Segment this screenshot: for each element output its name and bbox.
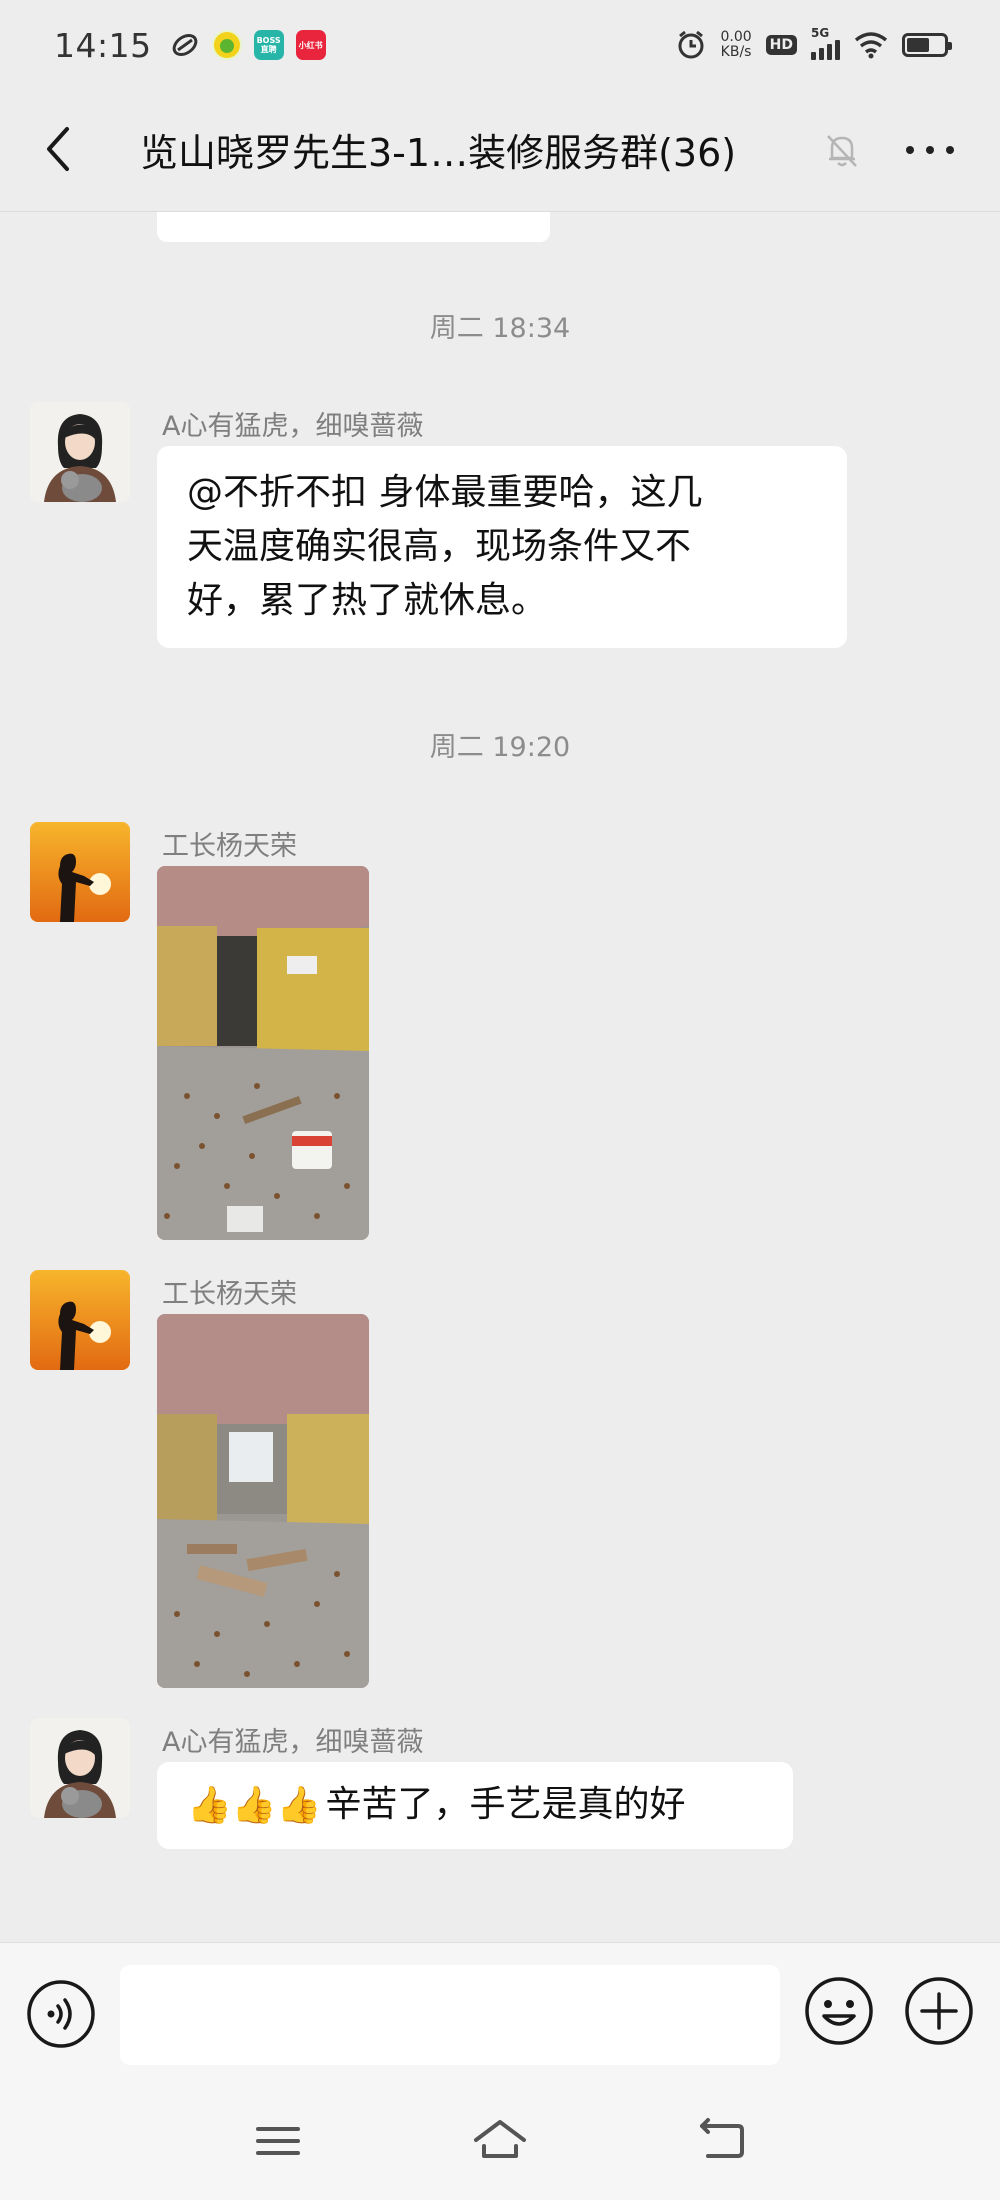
- home-icon: [474, 2120, 526, 2158]
- hd-badge: HD: [765, 35, 797, 55]
- return-icon: [700, 2118, 744, 2158]
- more-dot: [926, 146, 934, 154]
- system-navigation-bar: [0, 2086, 1000, 2200]
- bell-off-icon: [827, 135, 857, 167]
- message-bubble[interactable]: 👍👍👍 辛苦了，手艺是真的好: [157, 1762, 793, 1849]
- message-text-line: 好，累了热了就休息。: [187, 580, 548, 621]
- green-app-icon: [211, 30, 242, 60]
- voice-input-button[interactable]: [26, 1979, 96, 2049]
- avatar[interactable]: [30, 1270, 130, 1370]
- plus-circle-icon: [905, 1977, 973, 2045]
- battery-fill: [907, 38, 929, 52]
- message-text-line: @不折不扣 身体最重要哈，这几: [187, 472, 703, 513]
- sender-name: 工长杨天荣: [162, 831, 297, 862]
- voice-icon: [27, 1980, 95, 2048]
- construction-site-photo: [157, 866, 369, 1240]
- avatar-woman-with-cat: [30, 402, 130, 502]
- photo-message[interactable]: [157, 1314, 369, 1688]
- emoji-button[interactable]: [804, 1976, 874, 2046]
- message-item: 工长杨天荣: [30, 1270, 970, 1690]
- avatar[interactable]: [30, 1718, 130, 1818]
- photo-message[interactable]: [157, 866, 369, 1240]
- network-speed: 0.00 KB/s: [720, 30, 751, 60]
- message-item: A心有猛虎，细嗅蔷薇 @不折不扣 身体最重要哈，这几 天温度确实很高，现场条件又…: [30, 402, 970, 682]
- previous-message-bubble[interactable]: [157, 212, 550, 242]
- back-button[interactable]: [34, 120, 82, 178]
- avatar[interactable]: [30, 402, 130, 502]
- alarm-clock-icon: [678, 30, 704, 59]
- boss-app-icon: BOSS 直聘: [253, 30, 284, 60]
- more-functions-button[interactable]: [904, 1976, 974, 2046]
- status-bar: 14:15 BOSS 直聘 小红书 0.00 KB/s HD 5G: [0, 0, 1000, 90]
- battery-icon: [902, 33, 952, 57]
- message-text: 辛苦了，手艺是真的好: [325, 1784, 686, 1825]
- avatar[interactable]: [30, 822, 130, 922]
- mute-indicator: [822, 130, 862, 170]
- xiaohongshu-app-icon: 小红书: [295, 30, 326, 60]
- avatar-woman-with-cat: [30, 1718, 130, 1818]
- avatar-sunset-silhouette: [30, 1270, 130, 1370]
- message-text-line: 天温度确实很高，现场条件又不: [187, 526, 692, 567]
- sender-name: A心有猛虎，细嗅蔷薇: [162, 1727, 424, 1758]
- more-options-button[interactable]: [900, 130, 960, 170]
- more-dot: [946, 146, 954, 154]
- message-item: A心有猛虎，细嗅蔷薇 👍👍👍 辛苦了，手艺是真的好: [30, 1718, 970, 1878]
- chat-messages[interactable]: 周二 18:34 A心有猛虎，细嗅蔷薇 @不折不扣 身体最重要哈，这几 天温度确…: [0, 212, 1000, 1942]
- menu-icon: [256, 2127, 300, 2155]
- message-text-field[interactable]: [120, 1965, 780, 2065]
- timestamp: 周二 18:34: [429, 313, 571, 344]
- chat-header: 览山晓罗先生3-1…装修服务群(36): [0, 90, 1000, 212]
- back-nav-button[interactable]: [694, 2116, 750, 2166]
- signal-strength-icon: 5G: [811, 26, 840, 60]
- smiley-icon: [805, 1977, 873, 2045]
- menu-nav-button[interactable]: [250, 2116, 306, 2166]
- message-bubble[interactable]: @不折不扣 身体最重要哈，这几 天温度确实很高，现场条件又不 好，累了热了就休息…: [157, 446, 847, 648]
- notification-icons: BOSS 直聘 小红书: [170, 30, 326, 60]
- timestamp: 周二 19:20: [429, 732, 571, 763]
- message-input-bar: [0, 1942, 1000, 2086]
- network-type-label: 5G: [811, 26, 830, 40]
- chevron-left-icon: [47, 127, 69, 171]
- sender-name: 工长杨天荣: [162, 1279, 297, 1310]
- thumbs-up-emoji: 👍👍👍: [187, 1785, 322, 1826]
- message-item: 工长杨天荣: [30, 822, 970, 1242]
- swirl-app-icon: [170, 30, 200, 60]
- chat-title: 览山晓罗先生3-1…装修服务群(36): [140, 131, 737, 175]
- sender-name: A心有猛虎，细嗅蔷薇: [162, 411, 424, 442]
- construction-site-photo: [157, 1314, 369, 1688]
- more-dot: [906, 146, 914, 154]
- wifi-icon: [854, 32, 888, 59]
- avatar-sunset-silhouette: [30, 822, 130, 922]
- network-speed-unit: KB/s: [720, 44, 752, 60]
- network-speed-value: 0.00: [720, 29, 752, 45]
- status-time: 14:15: [54, 25, 152, 65]
- home-nav-button[interactable]: [472, 2116, 528, 2166]
